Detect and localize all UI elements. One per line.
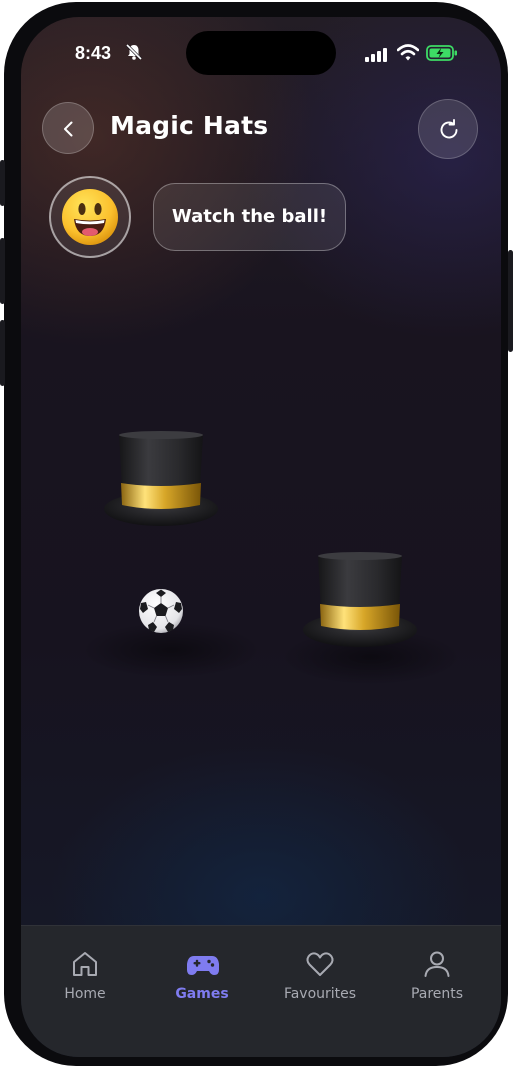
character-avatar [49,176,131,258]
phone-frame: 8:43 Magic Hats Watch the ball! Home Gam… [0,2,513,1066]
restart-button[interactable] [418,99,478,159]
tab-parents[interactable]: Parents [377,926,497,1026]
volume-down-button [0,320,5,386]
person-icon [424,951,450,977]
header: Magic Hats [21,97,501,167]
power-button [508,250,513,352]
battery-charging-icon [426,45,458,65]
smiley-face-icon [62,189,118,245]
wifi-icon [396,44,420,66]
dynamic-island [186,31,336,75]
tab-home[interactable]: Home [25,926,145,1026]
volume-up-button [0,238,5,304]
heart-icon [306,952,334,976]
chevron-left-icon [64,121,73,137]
magic-hat-left[interactable] [102,431,220,529]
tab-home-label: Home [64,986,106,1002]
speech-bubble: Watch the ball! [153,183,346,251]
home-icon [73,952,97,976]
tab-favourites[interactable]: Favourites [260,926,380,1026]
status-time: 8:43 [75,43,112,63]
tab-bar: Home Games Favourites Parents [21,925,501,1057]
bell-muted-icon [125,43,143,65]
gamepad-icon [187,956,219,975]
app-screen: 8:43 Magic Hats Watch the ball! Home Gam… [21,17,501,1057]
page-title: Magic Hats [110,111,269,140]
magic-hat-right[interactable] [301,552,419,650]
tab-parents-label: Parents [410,986,464,1002]
refresh-icon [440,119,458,139]
mute-switch [0,160,5,206]
soccer-ball-icon [139,589,183,633]
cellular-signal-icon [365,47,389,66]
tab-games[interactable]: Games [142,926,262,1026]
tab-games-label: Games [175,986,229,1002]
back-button[interactable] [42,102,94,154]
status-bar: 8:43 [21,17,501,87]
tab-favourites-label: Favourites [283,986,357,1002]
